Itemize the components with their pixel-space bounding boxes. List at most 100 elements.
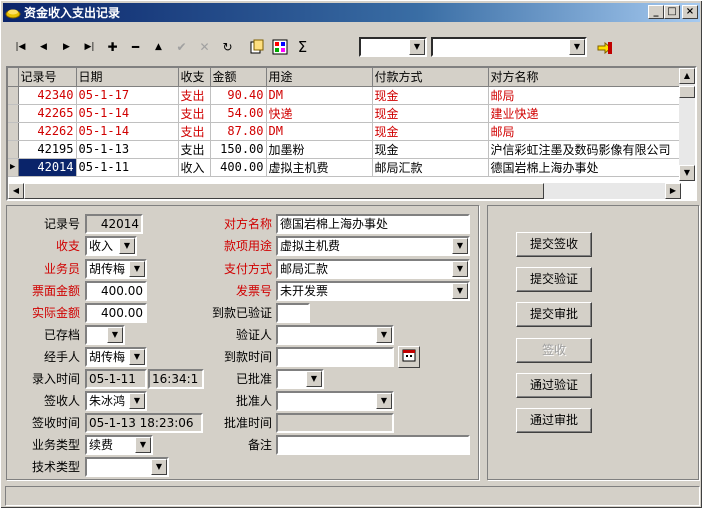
column-header[interactable]: 付款方式 — [372, 68, 489, 87]
cancel-edit-button[interactable]: ✕ — [193, 36, 216, 58]
chevron-down-icon[interactable]: ▼ — [135, 437, 151, 453]
approved-select[interactable]: ▼ — [276, 369, 324, 389]
cell-pay[interactable]: 现金 — [372, 86, 489, 105]
calendar-icon[interactable] — [398, 346, 420, 368]
sum-button[interactable]: Σ — [291, 36, 314, 58]
cell-type[interactable]: 收入 — [178, 158, 211, 177]
cell-date[interactable]: 05-1-13 — [76, 140, 179, 159]
cell-amount[interactable]: 87.80 — [210, 122, 267, 141]
post-record-button[interactable]: ✔ — [170, 36, 193, 58]
cell-amount[interactable]: 54.00 — [210, 104, 267, 123]
cell-type[interactable]: 支出 — [178, 122, 211, 141]
chevron-down-icon[interactable]: ▼ — [119, 238, 135, 254]
next-record-button[interactable]: ▶ — [55, 36, 78, 58]
party-field[interactable]: 德国岩棉上海办事处 — [276, 214, 470, 234]
column-header[interactable]: 用途 — [266, 68, 373, 87]
cell-id[interactable]: 42265 — [18, 104, 77, 123]
records-grid[interactable]: 记录号 日期 收支 金额 用途 付款方式 对方名称 42340 05-1-17 … — [6, 66, 697, 201]
table-row-selected[interactable]: ▶ 42014 05-1-11 收入 400.00 虚拟主机费 邮局汇款 德国岩… — [8, 158, 685, 177]
cell-party[interactable]: 邮局 — [488, 86, 685, 105]
cell-use[interactable]: DM — [266, 122, 373, 141]
verifier-select[interactable]: ▼ — [276, 325, 394, 345]
chevron-down-icon[interactable]: ▼ — [306, 371, 322, 387]
cell-use[interactable]: 虚拟主机费 — [266, 158, 373, 177]
cell-id[interactable]: 42262 — [18, 122, 77, 141]
table-row[interactable]: 42262 05-1-14 支出 87.80 DM 现金 邮局 — [8, 122, 685, 141]
cell-date[interactable]: 05-1-14 — [76, 104, 179, 123]
cell-type[interactable]: 支出 — [178, 86, 211, 105]
chevron-down-icon[interactable]: ▼ — [452, 261, 468, 277]
cell-type[interactable]: 支出 — [178, 104, 211, 123]
use-select[interactable]: 虚拟主机费 ▼ — [276, 236, 470, 256]
chevron-down-icon[interactable]: ▼ — [129, 393, 145, 409]
cell-pay[interactable]: 现金 — [372, 122, 489, 141]
pass-approve-button[interactable]: 通过审批 — [516, 408, 592, 433]
inout-select[interactable]: 收入 ▼ — [85, 236, 137, 256]
last-record-button[interactable]: ▶| — [78, 36, 101, 58]
copy-icon[interactable] — [245, 36, 268, 58]
row-indicator[interactable] — [8, 122, 19, 141]
cell-date[interactable]: 05-1-17 — [76, 86, 179, 105]
approver-select[interactable]: ▼ — [276, 391, 394, 411]
scroll-thumb[interactable] — [24, 183, 544, 199]
scroll-thumb[interactable] — [679, 86, 695, 98]
actual-amount-field[interactable]: 400.00 — [85, 303, 147, 323]
handler-select[interactable]: 胡传梅 ▼ — [85, 347, 147, 367]
close-button[interactable]: × — [682, 5, 698, 19]
row-indicator[interactable] — [8, 86, 19, 105]
column-header[interactable]: 收支 — [178, 68, 211, 87]
maximize-button[interactable]: □ — [664, 5, 680, 19]
edit-record-button[interactable]: ▲ — [147, 36, 170, 58]
color-palette-icon[interactable] — [268, 36, 291, 58]
cell-id[interactable]: 42195 — [18, 140, 77, 159]
scroll-up-icon[interactable]: ▲ — [679, 68, 695, 84]
insert-record-button[interactable]: ✚ — [101, 36, 124, 58]
scroll-left-icon[interactable]: ◀ — [8, 183, 24, 199]
cell-pay[interactable]: 邮局汇款 — [372, 158, 489, 177]
cell-type[interactable]: 支出 — [178, 140, 211, 159]
sign-button[interactable]: 签收 — [516, 338, 592, 363]
cell-date[interactable]: 05-1-14 — [76, 122, 179, 141]
table-row[interactable]: 42265 05-1-14 支出 54.00 快递 现金 建业快递 — [8, 104, 685, 123]
chevron-down-icon[interactable]: ▼ — [376, 327, 392, 343]
tech-type-select[interactable]: ▼ — [85, 457, 169, 477]
chevron-down-icon[interactable]: ▼ — [569, 39, 585, 55]
cell-party[interactable]: 建业快递 — [488, 104, 685, 123]
cell-id[interactable]: 42014 — [18, 158, 77, 177]
prior-record-button[interactable]: ◀ — [32, 36, 55, 58]
cell-date[interactable]: 05-1-11 — [76, 158, 179, 177]
cell-party[interactable]: 邮局 — [488, 122, 685, 141]
submit-approve-button[interactable]: 提交审批 — [516, 302, 592, 327]
minimize-button[interactable]: _ — [648, 5, 664, 19]
chevron-down-icon[interactable]: ▼ — [452, 238, 468, 254]
receiver-select[interactable]: 朱冰鸿 ▼ — [85, 391, 147, 411]
face-amount-field[interactable]: 400.00 — [85, 281, 147, 301]
archived-select[interactable]: ▼ — [85, 325, 125, 345]
column-header[interactable]: 日期 — [76, 68, 179, 87]
pay-select[interactable]: 邮局汇款 ▼ — [276, 259, 470, 279]
field-filter-select[interactable]: ▼ — [359, 37, 427, 57]
row-indicator[interactable] — [8, 104, 19, 123]
column-header[interactable]: 记录号 — [18, 68, 77, 87]
current-row-arrow-icon[interactable]: ▶ — [8, 158, 19, 177]
table-row[interactable]: 42340 05-1-17 支出 90.40 DM 现金 邮局 — [8, 86, 685, 105]
refresh-button[interactable]: ↻ — [216, 36, 239, 58]
cell-amount[interactable]: 400.00 — [210, 158, 267, 177]
table-row[interactable]: 42195 05-1-13 支出 150.00 加墨粉 现金 沪信彩虹注墨及数码… — [8, 140, 685, 159]
submit-sign-button[interactable]: 提交签收 — [516, 232, 592, 257]
chevron-down-icon[interactable]: ▼ — [409, 39, 425, 55]
column-header[interactable]: 金额 — [210, 68, 267, 87]
cell-party[interactable]: 沪信彩虹注墨及数码影像有限公司 — [488, 140, 685, 159]
cell-pay[interactable]: 现金 — [372, 104, 489, 123]
cell-amount[interactable]: 150.00 — [210, 140, 267, 159]
filter-apply-icon[interactable] — [593, 37, 616, 59]
cell-id[interactable]: 42340 — [18, 86, 77, 105]
cell-use[interactable]: 加墨粉 — [266, 140, 373, 159]
chevron-down-icon[interactable]: ▼ — [452, 283, 468, 299]
chevron-down-icon[interactable]: ▼ — [129, 349, 145, 365]
scroll-right-icon[interactable]: ▶ — [665, 183, 681, 199]
horizontal-scrollbar[interactable]: ◀ ▶ — [8, 183, 681, 199]
submit-verify-button[interactable]: 提交验证 — [516, 267, 592, 292]
chevron-down-icon[interactable]: ▼ — [107, 327, 123, 343]
arrival-verified-field[interactable] — [276, 303, 310, 323]
